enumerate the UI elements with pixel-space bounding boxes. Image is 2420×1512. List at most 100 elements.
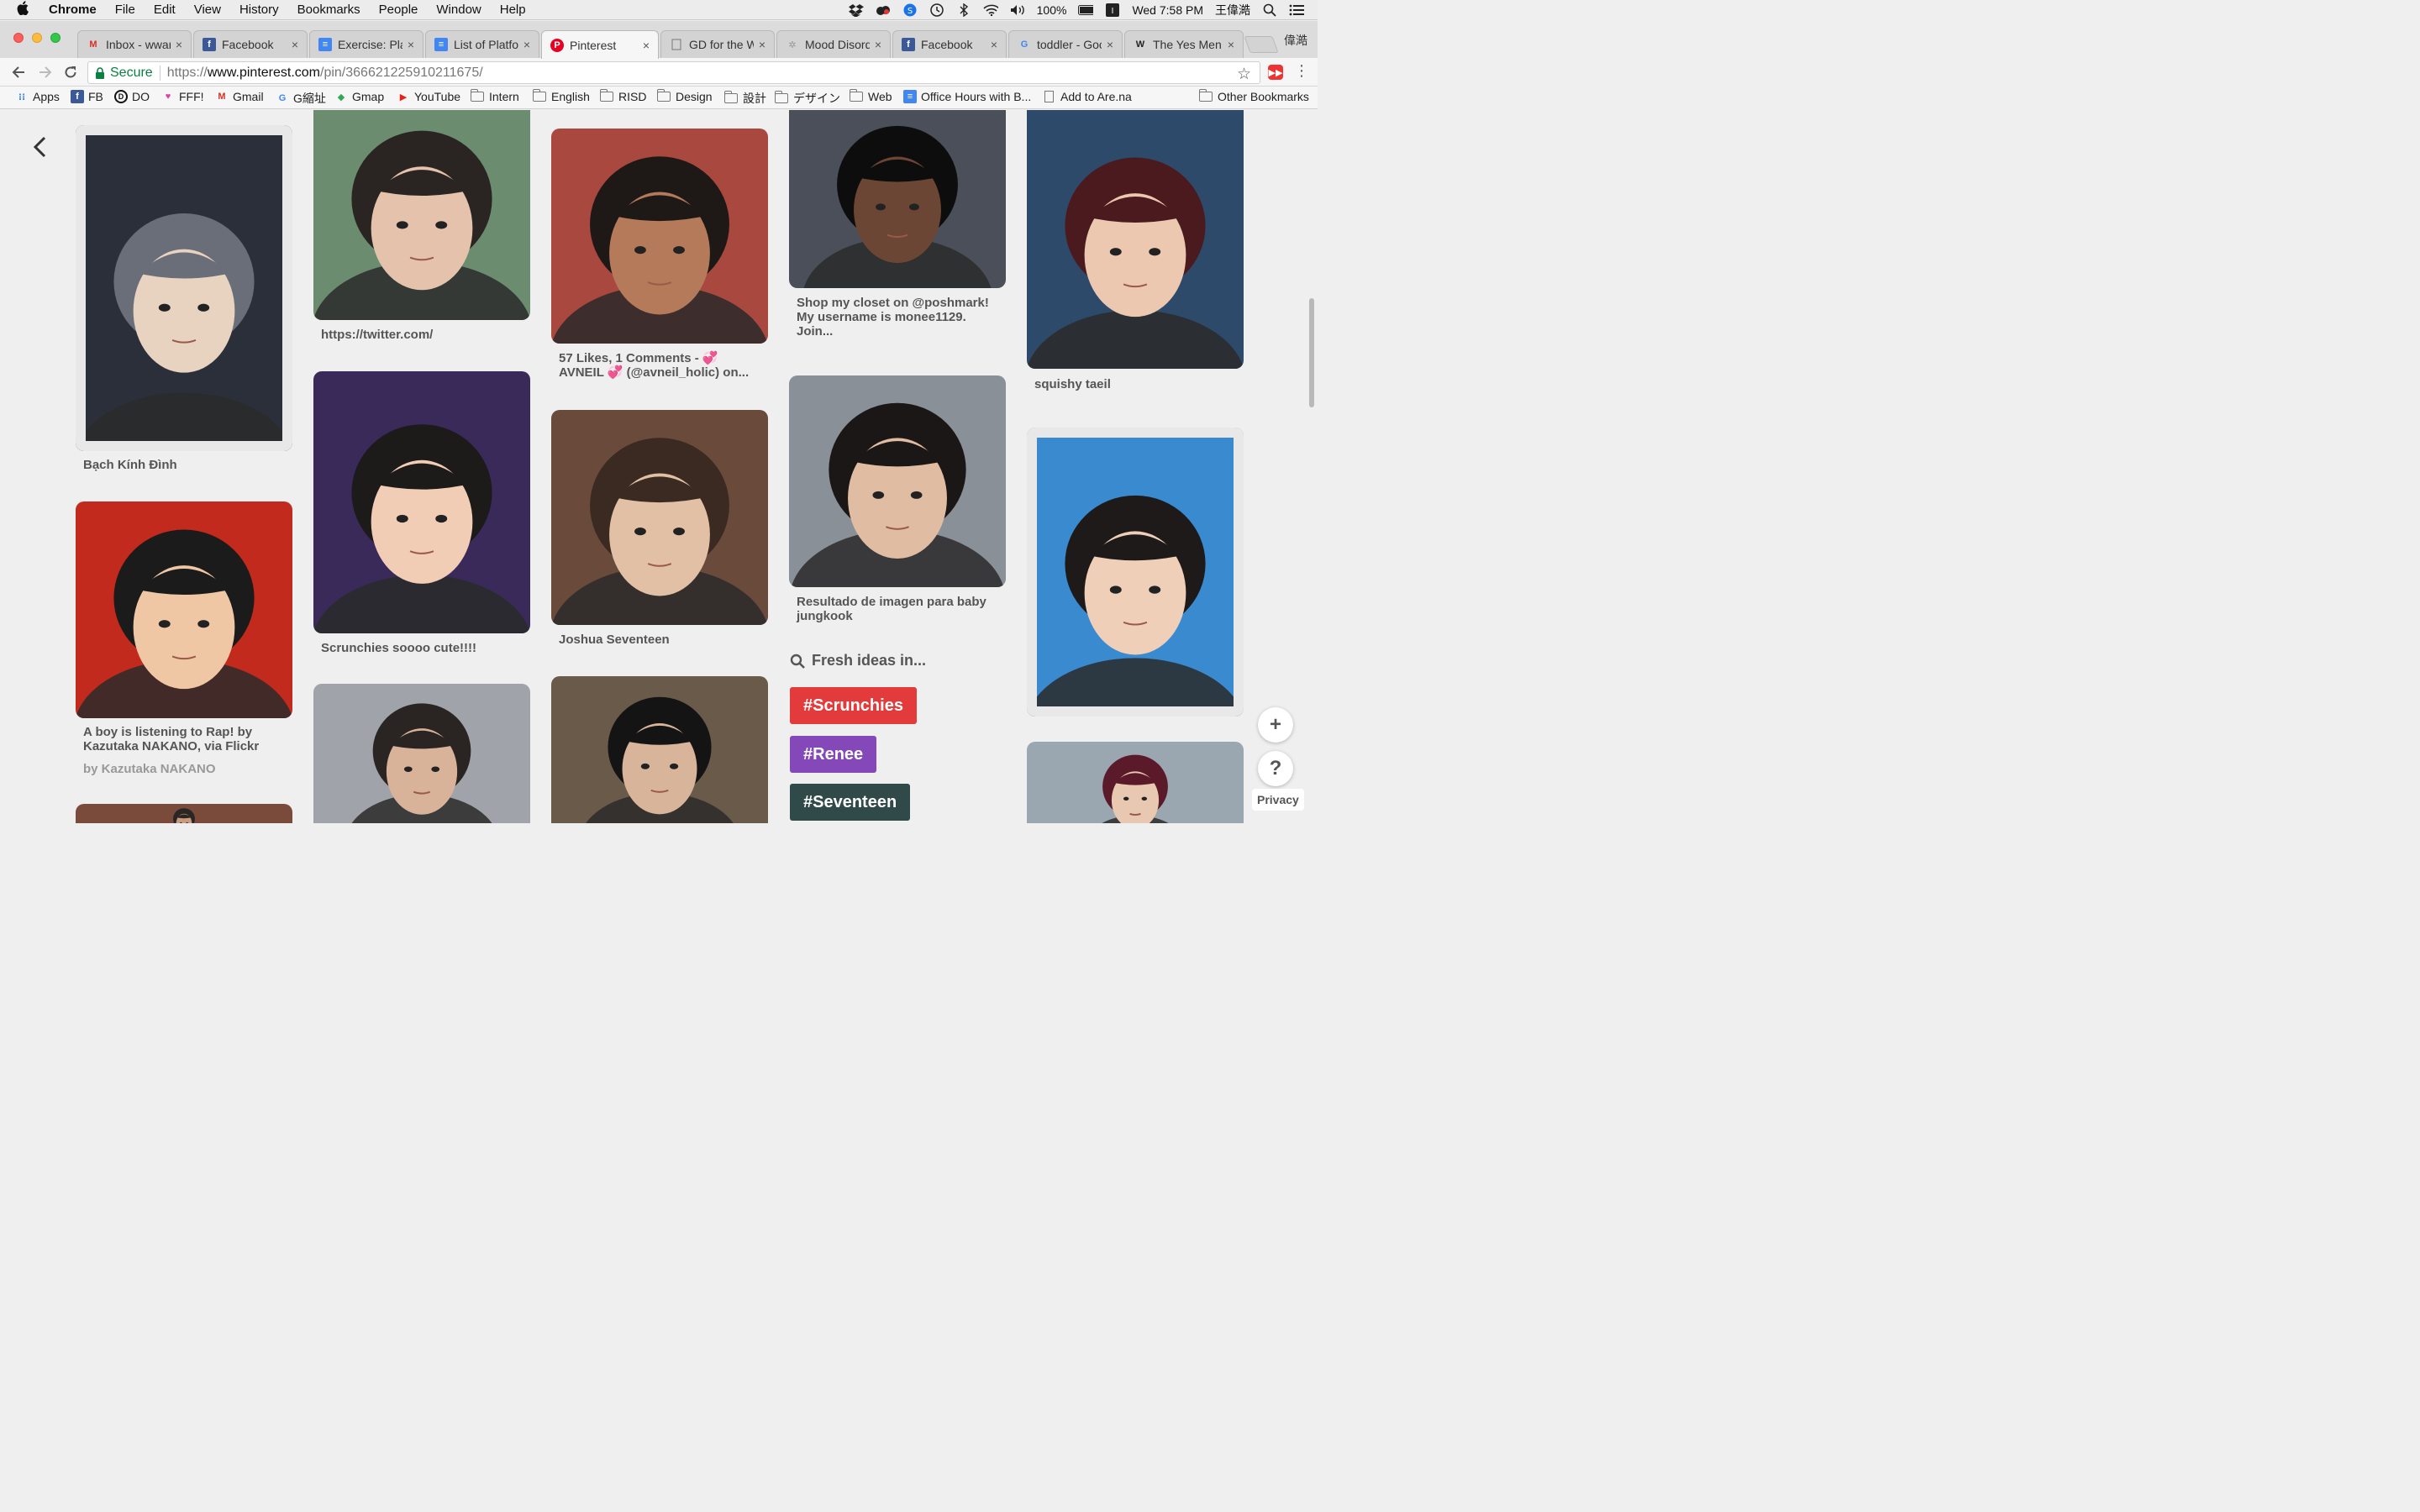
pin-image[interactable] bbox=[313, 371, 530, 633]
pin-caption[interactable]: https://twitter.com/ bbox=[321, 328, 523, 342]
extension-icon[interactable]: ▶▶ bbox=[1268, 65, 1283, 80]
pin-image[interactable] bbox=[313, 110, 530, 320]
battery-icon[interactable] bbox=[1078, 3, 1094, 17]
bookmark-3[interactable]: D DO bbox=[114, 90, 150, 103]
pin-attribution[interactable]: by Kazutaka NAKANO bbox=[83, 762, 216, 776]
close-tab-icon[interactable]: × bbox=[408, 38, 414, 51]
bookmark-9[interactable]: Intern bbox=[470, 89, 519, 103]
pin-image[interactable] bbox=[1027, 742, 1244, 823]
bookmark-10[interactable]: English bbox=[532, 89, 590, 103]
bookmark-17[interactable]: Add to Are.na bbox=[1044, 90, 1132, 103]
back-arrow-icon[interactable] bbox=[32, 135, 49, 165]
wifi-icon[interactable] bbox=[983, 3, 998, 17]
tab-9[interactable]: Gtoddler - Goo × bbox=[1008, 30, 1123, 58]
tab-7[interactable]: ✲ Mood Disord × bbox=[776, 30, 891, 58]
menu-people[interactable]: People bbox=[379, 3, 418, 17]
pin-image[interactable] bbox=[1027, 428, 1244, 717]
help-button[interactable]: ? bbox=[1258, 751, 1293, 786]
close-tab-icon[interactable]: × bbox=[875, 38, 881, 51]
new-tab-button[interactable] bbox=[1244, 36, 1279, 53]
bluetooth-icon[interactable] bbox=[956, 3, 971, 17]
bookmark-12[interactable]: Design bbox=[656, 89, 713, 103]
menu-clock[interactable]: Wed 7:58 PM bbox=[1132, 3, 1203, 17]
close-tab-icon[interactable]: × bbox=[176, 38, 182, 51]
close-tab-icon[interactable]: × bbox=[759, 38, 765, 51]
pin-caption[interactable]: Joshua Seventeen bbox=[559, 633, 760, 647]
tab-5[interactable]: P Pinterest × bbox=[541, 30, 659, 59]
menu-view[interactable]: View bbox=[194, 3, 221, 17]
minimize-window-button[interactable] bbox=[32, 33, 42, 43]
pin-image[interactable] bbox=[313, 684, 530, 823]
menu-help[interactable]: Help bbox=[500, 3, 526, 17]
tab-3[interactable]: ≡ Exercise: Pla × bbox=[309, 30, 424, 58]
pin-caption[interactable]: A boy is listening to Rap! by Kazutaka N… bbox=[83, 725, 285, 753]
bookmark-5[interactable]: M Gmail bbox=[215, 90, 263, 103]
creative-cloud-icon[interactable] bbox=[876, 3, 891, 17]
address-bar[interactable]: Secure https:// www.pinterest.com /pin/3… bbox=[87, 61, 1260, 84]
privacy-button[interactable]: Privacy bbox=[1252, 789, 1304, 811]
close-tab-icon[interactable]: × bbox=[1228, 38, 1234, 51]
chrome-menu-icon[interactable]: ⋮ bbox=[1294, 62, 1309, 80]
pin-image[interactable] bbox=[551, 410, 768, 625]
tab-10[interactable]: W The Yes Men × bbox=[1124, 30, 1244, 58]
bookmark-15[interactable]: Web bbox=[849, 89, 892, 103]
reload-icon[interactable] bbox=[60, 62, 81, 82]
close-tab-icon[interactable]: × bbox=[523, 38, 530, 51]
profile-button[interactable]: 偉澔 bbox=[1284, 32, 1307, 49]
apple-menu-icon[interactable] bbox=[17, 0, 35, 19]
pin-image[interactable] bbox=[76, 804, 292, 823]
pin-image[interactable] bbox=[789, 110, 1006, 288]
bookmark-14[interactable]: デザイン bbox=[774, 90, 840, 107]
close-tab-icon[interactable]: × bbox=[292, 38, 298, 51]
forward-icon[interactable] bbox=[35, 62, 55, 82]
bookmark-13[interactable]: 設計 bbox=[723, 90, 766, 107]
pin-caption[interactable]: Resultado de imagen para baby jungkook bbox=[797, 595, 998, 623]
time-machine-icon[interactable] bbox=[929, 3, 944, 17]
bookmark-8[interactable]: ▶ YouTube bbox=[397, 90, 460, 103]
close-tab-icon[interactable]: × bbox=[991, 38, 997, 51]
input-method-icon[interactable]: I bbox=[1105, 3, 1120, 17]
menu-history[interactable]: History bbox=[239, 3, 279, 17]
topic-tag[interactable]: #Seventeen bbox=[790, 784, 911, 821]
close-tab-icon[interactable]: × bbox=[1107, 38, 1113, 51]
pin-caption[interactable]: squishy taeil bbox=[1034, 377, 1236, 391]
pin-image[interactable] bbox=[551, 676, 768, 823]
bookmark-7[interactable]: ◆ Gmap bbox=[334, 90, 384, 103]
bookmark-18[interactable]: Other Bookmarks bbox=[1198, 89, 1309, 103]
pin-caption[interactable]: Bạch Kính Đình bbox=[83, 458, 285, 472]
pin-image[interactable] bbox=[551, 129, 768, 344]
add-pin-button[interactable]: + bbox=[1258, 707, 1293, 743]
tab-4[interactable]: ≡ List of Platfo × bbox=[425, 30, 539, 58]
topic-tag[interactable]: #Renee bbox=[790, 736, 877, 773]
pin-image[interactable] bbox=[789, 375, 1006, 587]
bookmark-11[interactable]: RISD bbox=[599, 89, 646, 103]
pin-image[interactable] bbox=[76, 501, 292, 718]
spotlight-search-icon[interactable] bbox=[1262, 3, 1277, 17]
pin-image[interactable] bbox=[76, 125, 292, 451]
close-window-button[interactable] bbox=[13, 33, 24, 43]
shazam-icon[interactable]: S bbox=[902, 3, 918, 17]
menu-bookmarks[interactable]: Bookmarks bbox=[297, 3, 360, 17]
close-tab-icon[interactable]: × bbox=[643, 39, 650, 52]
bookmark-1[interactable]: ⁝⁝ Apps bbox=[15, 90, 60, 103]
topic-tag[interactable]: #Scrunchies bbox=[790, 687, 917, 724]
zoom-window-button[interactable] bbox=[50, 33, 60, 43]
pin-caption[interactable]: 57 Likes, 1 Comments - 💞 AVNEIL 💞 (@avne… bbox=[559, 351, 760, 380]
volume-icon[interactable] bbox=[1010, 3, 1025, 17]
menu-edit[interactable]: Edit bbox=[154, 3, 176, 17]
tab-8[interactable]: f Facebook × bbox=[892, 30, 1007, 58]
bookmark-16[interactable]: ≡ Office Hours with B... bbox=[903, 90, 1031, 103]
menu-window[interactable]: Window bbox=[436, 3, 481, 17]
bookmark-4[interactable]: ♥ FFF! bbox=[161, 90, 204, 103]
back-icon[interactable] bbox=[8, 62, 29, 82]
pin-caption[interactable]: Scrunchies soooo cute!!!! bbox=[321, 641, 523, 655]
bookmark-2[interactable]: f FB bbox=[71, 90, 103, 103]
pin-image[interactable] bbox=[1027, 110, 1244, 369]
menu-user-name[interactable]: 王偉澔 bbox=[1215, 2, 1250, 18]
app-menu-chrome[interactable]: Chrome bbox=[49, 3, 97, 17]
notification-center-icon[interactable] bbox=[1289, 3, 1304, 17]
tab-6[interactable]: GD for the W × bbox=[660, 30, 775, 58]
pin-caption[interactable]: Shop my closet on @poshmark! My username… bbox=[797, 296, 998, 339]
scrollbar-thumb[interactable] bbox=[1309, 298, 1314, 407]
dropbox-icon[interactable] bbox=[848, 3, 864, 17]
